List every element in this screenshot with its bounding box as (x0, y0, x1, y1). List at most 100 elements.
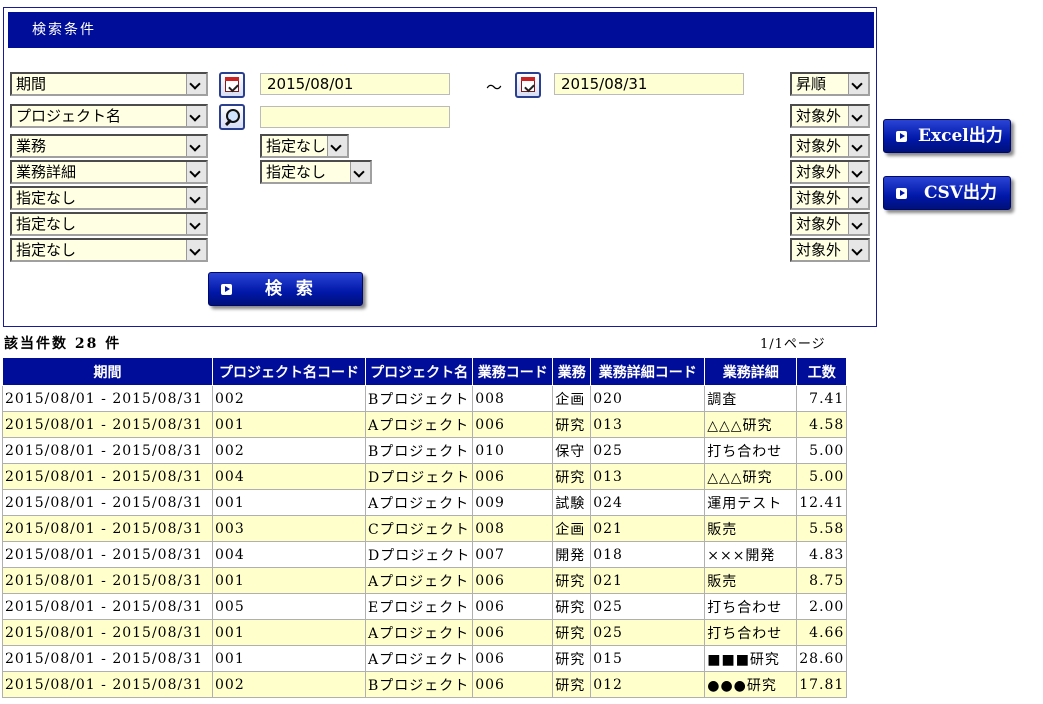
sort-target-select[interactable]: 対象外 (790, 238, 870, 262)
sort-target-value: 対象外 (796, 107, 842, 125)
calendar-to-button[interactable] (515, 72, 541, 98)
calendar-from-button[interactable] (219, 72, 245, 98)
table-cell: 研究 (552, 671, 592, 698)
table-cell: 008 (472, 385, 554, 412)
table-cell: Cプロジェクト (364, 515, 474, 542)
chevron-down-icon (848, 74, 868, 94)
table-cell: 2.00 (796, 593, 848, 620)
condition-select-5-value: 指定なし (16, 189, 77, 207)
chevron-down-icon (848, 240, 868, 260)
table-row: 2015/08/01 - 2015/08/31 002 Bプロジェクト 010 保守 02… (2, 437, 848, 464)
table-cell: 006 (472, 619, 554, 646)
table-row: 2015/08/01 - 2015/08/31 001 Aプロジェクト 006 研究 02… (2, 619, 848, 646)
chevron-down-icon (327, 136, 347, 156)
table-cell: Eプロジェクト (364, 593, 474, 620)
condition-select-3[interactable]: 業務 (10, 134, 208, 158)
sort-target-select[interactable]: 対象外 (790, 160, 870, 184)
chevron-down-icon (848, 214, 868, 234)
project-select-value: プロジェクト名 (16, 107, 122, 125)
table-row: 2015/08/01 - 2015/08/31 005 Eプロジェクト 006 研究 02… (2, 593, 848, 620)
column-header[interactable]: プロジェクト名 (364, 357, 474, 386)
condition-select-6[interactable]: 指定なし (10, 212, 208, 236)
table-cell: 001 (212, 411, 366, 438)
play-icon (221, 284, 232, 295)
table-cell: 2015/08/01 - 2015/08/31 (2, 541, 213, 568)
table-cell: Aプロジェクト (364, 411, 474, 438)
date-to-input[interactable]: 2015/08/31 (554, 73, 744, 95)
table-row: 2015/08/01 - 2015/08/31 004 Dプロジェクト 007 開発 01… (2, 541, 848, 568)
project-input[interactable] (260, 106, 450, 128)
table-cell: 打ち合わせ (704, 619, 798, 646)
date-from-input[interactable]: 2015/08/01 (260, 73, 450, 95)
order-select[interactable]: 昇順 (790, 72, 870, 96)
table-cell: 2015/08/01 - 2015/08/31 (2, 567, 213, 594)
project-search-button[interactable] (219, 104, 245, 130)
table-cell: 004 (212, 463, 366, 490)
table-cell: △△△研究 (704, 463, 798, 490)
column-header[interactable]: 工数 (796, 357, 848, 386)
period-select[interactable]: 期間 (10, 72, 208, 96)
column-header[interactable]: 期間 (2, 357, 213, 386)
sort-target-select[interactable]: 対象外 (790, 186, 870, 210)
table-cell: 002 (212, 671, 366, 698)
table-cell: 006 (472, 567, 554, 594)
work-detail-sub-select-value: 指定なし (266, 163, 327, 181)
search-button[interactable]: 検 索 (208, 272, 363, 306)
work-sub-select[interactable]: 指定なし (260, 134, 349, 158)
chevron-down-icon (848, 136, 868, 156)
table-cell: 025 (590, 593, 706, 620)
csv-export-button[interactable]: CSV出力 (883, 176, 1011, 210)
table-cell: 調査 (704, 385, 798, 412)
table-cell: 001 (212, 619, 366, 646)
table-cell: 2015/08/01 - 2015/08/31 (2, 489, 213, 516)
condition-select-7[interactable]: 指定なし (10, 238, 208, 262)
table-cell: 企画 (552, 515, 592, 542)
condition-select-4[interactable]: 業務詳細 (10, 160, 208, 184)
table-cell: 006 (472, 411, 554, 438)
table-row: 2015/08/01 - 2015/08/31 002 Bプロジェクト 008 企画 02… (2, 385, 848, 412)
table-cell: 2015/08/01 - 2015/08/31 (2, 645, 213, 672)
csv-export-label: CSV出力 (924, 183, 997, 203)
column-header[interactable]: プロジェクト名コード (212, 357, 366, 386)
sort-target-select[interactable]: 対象外 (790, 212, 870, 236)
excel-export-label: Excel出力 (918, 126, 1003, 146)
table-cell: 試験 (552, 489, 592, 516)
table-cell: 018 (590, 541, 706, 568)
table-cell: 025 (590, 619, 706, 646)
table-cell: 006 (472, 645, 554, 672)
table-cell: 006 (472, 671, 554, 698)
column-header[interactable]: 業務詳細コード (590, 357, 706, 386)
sort-target-select[interactable]: 対象外 (790, 104, 870, 128)
condition-select-5[interactable]: 指定なし (10, 186, 208, 210)
table-cell: 4.83 (796, 541, 848, 568)
chevron-down-icon (848, 188, 868, 208)
table-cell: Aプロジェクト (364, 567, 474, 594)
column-header[interactable]: 業務コード (472, 357, 554, 386)
sort-target-select[interactable]: 対象外 (790, 134, 870, 158)
sort-target-value: 対象外 (796, 163, 842, 181)
calendar-icon (521, 77, 535, 92)
chevron-down-icon (350, 162, 370, 182)
project-select[interactable]: プロジェクト名 (10, 104, 208, 128)
work-detail-sub-select[interactable]: 指定なし (260, 160, 372, 184)
search-button-label: 検 索 (265, 279, 317, 299)
table-cell: 025 (590, 437, 706, 464)
table-cell: 005 (212, 593, 366, 620)
table-cell: 12.41 (796, 489, 848, 516)
play-icon (896, 131, 907, 142)
table-cell: 28.60 (796, 645, 848, 672)
table-cell: 運用テスト (704, 489, 798, 516)
table-cell: Dプロジェクト (364, 541, 474, 568)
table-cell: 001 (212, 567, 366, 594)
table-cell: Bプロジェクト (364, 437, 474, 464)
period-select-value: 期間 (16, 75, 47, 93)
column-header[interactable]: 業務詳細 (704, 357, 798, 386)
play-icon (896, 188, 907, 199)
table-cell: 004 (212, 541, 366, 568)
work-sub-select-value: 指定なし (266, 137, 327, 155)
excel-export-button[interactable]: Excel出力 (883, 119, 1011, 153)
table-cell: 2015/08/01 - 2015/08/31 (2, 515, 213, 542)
table-cell: 006 (472, 593, 554, 620)
table-cell: 8.75 (796, 567, 848, 594)
column-header[interactable]: 業務 (552, 357, 592, 386)
